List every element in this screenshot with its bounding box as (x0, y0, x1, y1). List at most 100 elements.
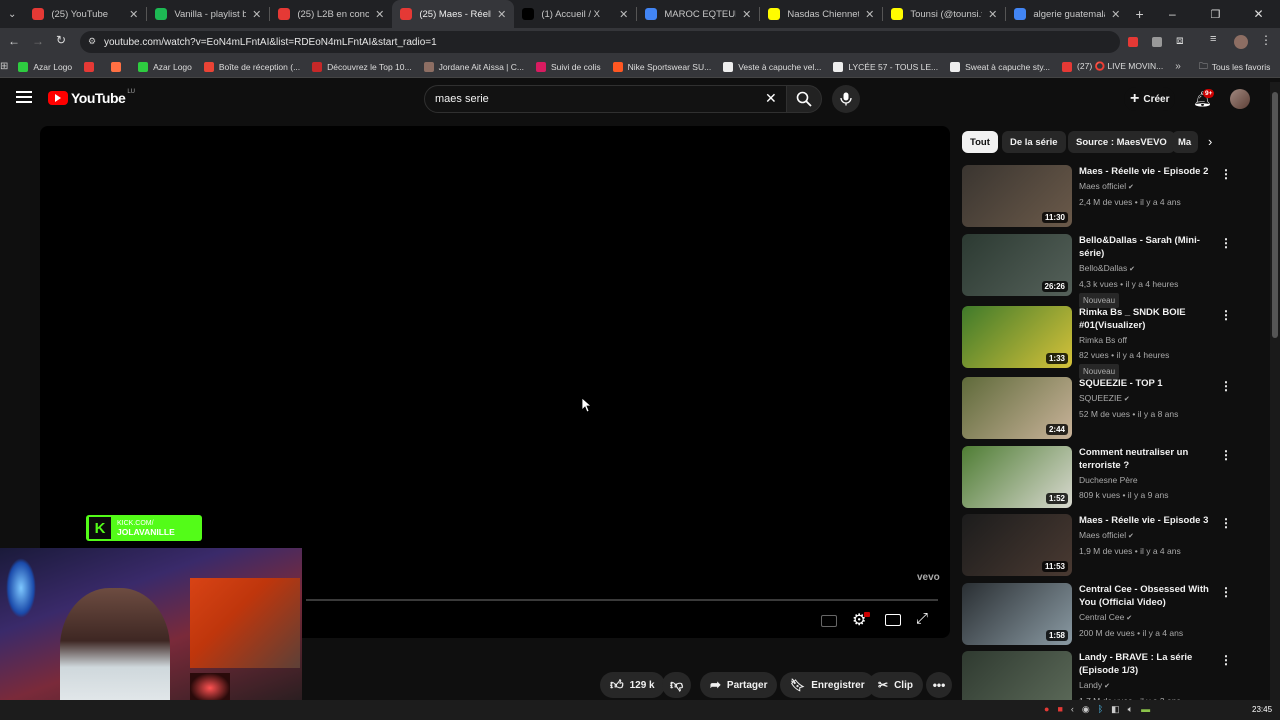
reading-list-icon[interactable]: ≡ (1210, 33, 1216, 45)
channel-name-row[interactable]: Maes officiel ✔ (1079, 529, 1209, 543)
channel-name[interactable]: Central Cee (1079, 612, 1124, 622)
browser-tab[interactable]: (1) Accueil / X ✕ (514, 0, 636, 28)
bookmark-item[interactable]: Nike Sportswear SU... (612, 61, 711, 72)
recommended-video[interactable]: 1:58 Central Cee - Obsessed With You (Off… (962, 583, 1232, 649)
channel-name-row[interactable]: SQUEEZIE ✔ (1079, 392, 1209, 406)
tab-search-button[interactable]: ⌄ (0, 0, 24, 28)
video-menu-icon[interactable]: ⋮ (1220, 236, 1232, 250)
more-bookmarks-icon[interactable]: » (1175, 61, 1181, 72)
extension-grey-icon[interactable] (1152, 37, 1162, 47)
video-thumbnail[interactable]: 11:30 (962, 165, 1072, 227)
battery-tray-icon[interactable]: ▬ (1141, 704, 1150, 715)
close-window-button[interactable]: ✕ (1237, 7, 1280, 21)
recommended-video[interactable]: 11:30 Maes - Réelle vie - Episode 2 Maes o… (962, 165, 1232, 231)
channel-name-row[interactable]: Duchesne Père (1079, 474, 1209, 487)
video-title[interactable]: SQUEEZIE - TOP 1 (1079, 377, 1209, 390)
scrollbar-thumb[interactable] (1272, 92, 1278, 338)
close-tab-icon[interactable]: ✕ (252, 8, 261, 21)
bookmark-item[interactable]: Jordane Ait Aissa | C... (423, 61, 524, 72)
bookmark-item[interactable]: (27) ⭕ LIVE MOVIN... (1062, 61, 1163, 72)
extension-red-icon[interactable] (1128, 37, 1138, 47)
browser-menu-icon[interactable]: ⋮ (1260, 33, 1272, 47)
video-thumbnail[interactable]: 1:33 (962, 306, 1072, 368)
clip-button[interactable]: ✂ Clip (868, 672, 923, 698)
theater-mode-icon[interactable] (885, 614, 901, 626)
video-thumbnail[interactable]: 11:53 (962, 514, 1072, 576)
youtube-logo[interactable]: YouTube LU (48, 89, 135, 106)
channel-name-row[interactable]: Landy ✔ (1079, 679, 1209, 693)
progress-bar[interactable] (306, 599, 938, 601)
browser-tab[interactable]: MAROC EQTEUR - Re ✕ (637, 0, 759, 28)
video-title[interactable]: Maes - Réelle vie - Episode 3 (1079, 514, 1209, 527)
clear-search-icon[interactable]: ✕ (765, 90, 777, 107)
voice-search-button[interactable] (832, 85, 860, 113)
bookmark-item[interactable]: Découvrez le Top 10... (312, 61, 412, 72)
video-menu-icon[interactable]: ⋮ (1220, 448, 1232, 462)
close-tab-icon[interactable]: ✕ (497, 8, 506, 21)
video-title[interactable]: Comment neutraliser un terroriste ? (1079, 446, 1209, 472)
channel-name[interactable]: Duchesne Père (1079, 475, 1138, 485)
like-button[interactable]: 👍︎ 129 k (600, 672, 665, 698)
video-thumbnail[interactable]: 1:58 (962, 583, 1072, 645)
forward-icon[interactable]: → (32, 34, 44, 48)
record-tray-icon[interactable]: ■ (1057, 704, 1062, 715)
dislike-button[interactable]: 👎︎ (662, 672, 692, 698)
tray-icons[interactable]: ● ■ ‹ ◉ ᛒ ◧ 🔈︎ ▬ (1044, 704, 1150, 715)
account-avatar[interactable] (1230, 89, 1250, 109)
close-tab-icon[interactable]: ✕ (865, 8, 874, 21)
fullscreen-icon[interactable]: ⤢ (916, 610, 928, 627)
channel-name[interactable]: SQUEEZIE (1079, 393, 1122, 403)
channel-name-row[interactable]: Maes officiel ✔ (1079, 180, 1209, 194)
video-title[interactable]: Bello&Dallas - Sarah (Mini-série) (1079, 234, 1209, 260)
video-title[interactable]: Central Cee - Obsessed With You (Officia… (1079, 583, 1209, 609)
chevron-tray-icon[interactable]: ‹ (1071, 704, 1074, 715)
maximize-window-button[interactable]: ❐ (1194, 8, 1237, 21)
clock[interactable]: 23:45 (1252, 705, 1272, 714)
reload-icon[interactable]: ↻ (56, 33, 66, 47)
speaker-tray-icon[interactable]: 🔈︎ (1128, 704, 1133, 715)
app-tray-icon[interactable]: ◧ (1111, 704, 1120, 715)
mic-tray-icon[interactable]: ● (1044, 704, 1049, 715)
close-tab-icon[interactable]: ✕ (375, 8, 384, 21)
video-title[interactable]: Landy - BRAVE : La série (Episode 1/3) (1079, 651, 1209, 677)
chip-all[interactable]: Tout (962, 131, 998, 153)
subtitles-icon[interactable] (821, 615, 837, 627)
channel-name-row[interactable]: Bello&Dallas ✔ (1079, 262, 1209, 276)
bookmark-item[interactable]: Azar Logo (138, 61, 192, 72)
close-tab-icon[interactable]: ✕ (619, 8, 628, 21)
chip-more[interactable]: Ma (1172, 131, 1198, 153)
browser-tab[interactable]: algerie guatemala - Re ✕ (1006, 0, 1128, 28)
hamburger-menu-icon[interactable] (16, 90, 32, 104)
bookmark-item[interactable]: Azar Logo (18, 61, 72, 72)
video-title[interactable]: Rimka Bs _ SNDK BOIE #01(Visualizer) (1079, 306, 1209, 332)
bookmark-item[interactable]: Sweat à capuche sty... (950, 61, 1050, 72)
channel-name[interactable]: Rimka Bs off (1079, 335, 1127, 345)
browser-tab[interactable]: (25) L2B en concert à ✕ (270, 0, 392, 28)
save-button[interactable]: 🔖︎ Enregistrer (780, 672, 875, 698)
video-menu-icon[interactable]: ⋮ (1220, 516, 1232, 530)
channel-name[interactable]: Landy (1079, 680, 1102, 690)
chips-next-icon[interactable]: › (1208, 134, 1212, 149)
video-menu-icon[interactable]: ⋮ (1220, 585, 1232, 599)
recommended-video[interactable]: 26:26 Bello&Dallas - Sarah (Mini-série) Be… (962, 234, 1232, 308)
browser-tab[interactable]: (25) Maes - Réelle vie ✕ (392, 0, 515, 28)
video-menu-icon[interactable]: ⋮ (1220, 653, 1232, 667)
bookmark-item[interactable]: Veste à capuche vel... (723, 61, 821, 72)
browser-tab[interactable]: Nasdas Chienneté 🐝 ✕ (760, 0, 882, 28)
browser-tab[interactable]: Vanilla - playlist by Jo ✕ (147, 0, 269, 28)
close-tab-icon[interactable]: ✕ (129, 8, 138, 21)
recommended-video[interactable]: 11:53 Maes - Réelle vie - Episode 3 Maes o… (962, 514, 1232, 580)
channel-name-row[interactable]: Rimka Bs off (1079, 334, 1209, 347)
profile-avatar[interactable] (1234, 35, 1248, 49)
channel-name-row[interactable]: Central Cee ✔ (1079, 611, 1209, 625)
recommended-video[interactable]: 2:44 SQUEEZIE - TOP 1 SQUEEZIE ✔ 52 M de vu… (962, 377, 1232, 443)
create-button[interactable]: + Créer (1124, 87, 1176, 111)
recommended-video[interactable]: 1:33 Rimka Bs _ SNDK BOIE #01(Visualizer)… (962, 306, 1232, 379)
share-button[interactable]: ➦ Partager (700, 672, 778, 698)
video-title[interactable]: Maes - Réelle vie - Episode 2 (1079, 165, 1209, 178)
recommended-video[interactable]: 1:52 Comment neutraliser un terroriste ? D… (962, 446, 1232, 512)
video-menu-icon[interactable]: ⋮ (1220, 167, 1232, 181)
site-info-icon[interactable]: ⚙ (88, 36, 96, 47)
video-menu-icon[interactable]: ⋮ (1220, 308, 1232, 322)
minimize-window-button[interactable]: – (1151, 7, 1194, 21)
